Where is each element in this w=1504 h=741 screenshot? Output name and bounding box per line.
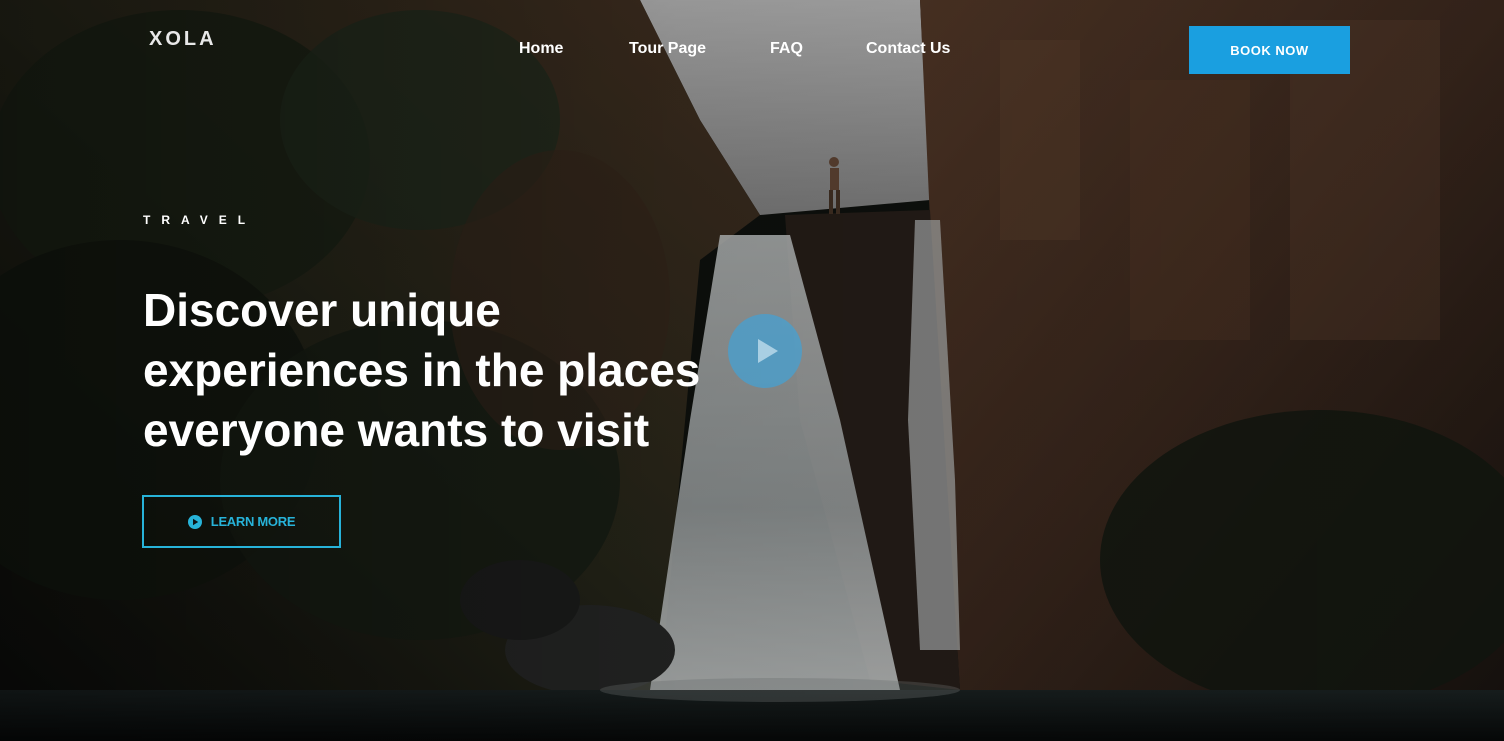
learn-more-label: LEARN MORE [210, 514, 296, 529]
site-logo[interactable]: XOLA [149, 28, 217, 51]
hero-eyebrow-label: TRAVEL [143, 213, 257, 227]
play-circle-icon [187, 514, 202, 529]
nav-item-faq[interactable]: FAQ [770, 40, 803, 58]
nav-item-contact-us[interactable]: Contact Us [866, 40, 950, 58]
hero-headline: Discover unique experiences in the place… [143, 284, 701, 456]
play-icon [758, 339, 778, 363]
learn-more-button[interactable]: LEARN MORE [142, 495, 341, 548]
play-video-button[interactable] [728, 314, 802, 388]
nav-item-tour-page[interactable]: Tour Page [629, 40, 706, 58]
nav-item-home[interactable]: Home [519, 40, 563, 58]
hero-section: XOLA Home Tour Page FAQ Contact Us BOOK … [0, 0, 1504, 741]
book-now-button[interactable]: BOOK NOW [1189, 26, 1350, 74]
